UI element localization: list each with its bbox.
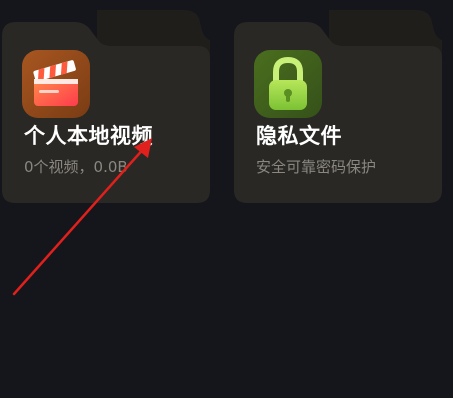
lock-icon bbox=[254, 50, 322, 118]
folder-card-local-videos[interactable]: 个人本地视频 0个视频，0.0B bbox=[2, 10, 210, 203]
folder-title: 个人本地视频 bbox=[24, 124, 153, 148]
clapperboard-icon bbox=[22, 50, 90, 118]
folder-card-private-files[interactable]: 隐私文件 安全可靠密码保护 bbox=[234, 10, 442, 203]
folder-title: 隐私文件 bbox=[256, 124, 342, 148]
folder-subtitle: 0个视频，0.0B bbox=[24, 158, 128, 176]
folder-subtitle: 安全可靠密码保护 bbox=[256, 158, 377, 176]
